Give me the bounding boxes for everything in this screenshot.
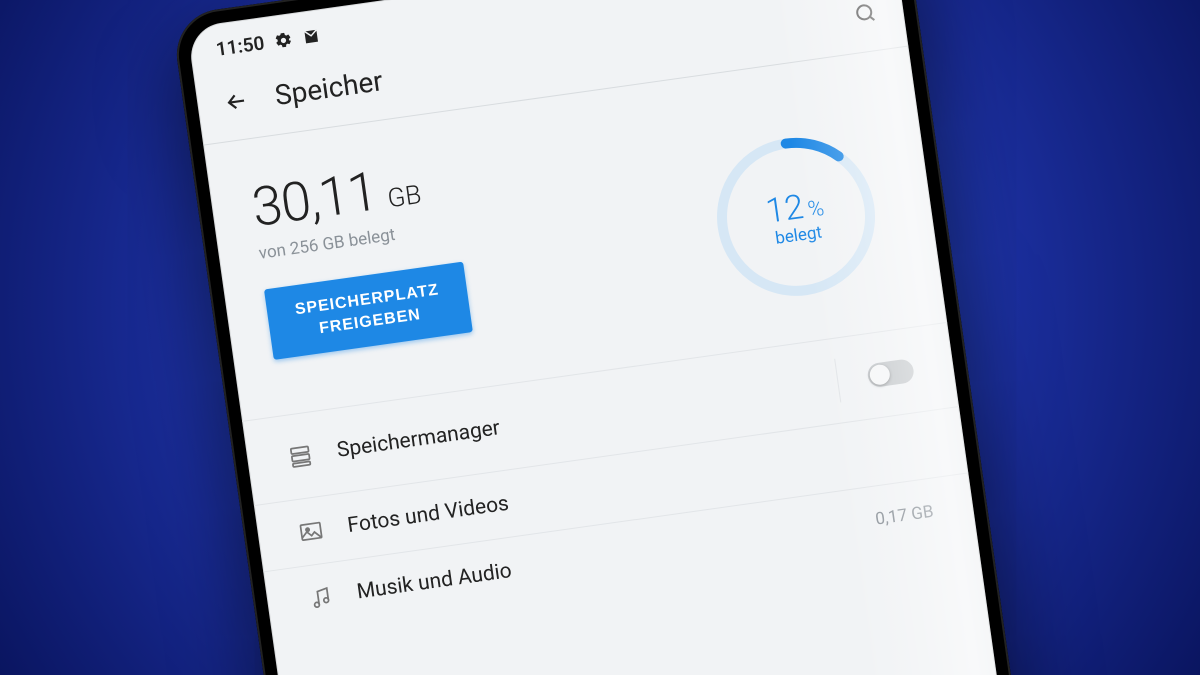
back-button[interactable] [222,86,251,115]
image-icon [296,517,325,546]
status-time: 11:50 [214,31,265,61]
storage-used-unit: GB [386,180,424,214]
free-space-button[interactable]: SPEICHERPLATZ FREIGEBEN [264,262,473,360]
phone-frame: 11:50 N [171,0,1029,675]
storage-percent-symbol: % [806,196,826,223]
storage-used-value: 30,11 [248,160,381,240]
row-value: 0,17 GB [874,502,935,530]
search-icon[interactable] [852,0,879,26]
divider [834,359,841,403]
storage-ring: 12% belegt [700,121,892,313]
gear-icon [273,30,293,50]
mail-icon [301,26,321,46]
storage-manager-toggle[interactable] [866,358,915,388]
music-icon [306,583,335,612]
stack-icon [286,441,315,470]
free-space-button-label: SPEICHERPLATZ FREIGEBEN [294,279,444,342]
phone-screen: 11:50 N [187,0,1013,675]
